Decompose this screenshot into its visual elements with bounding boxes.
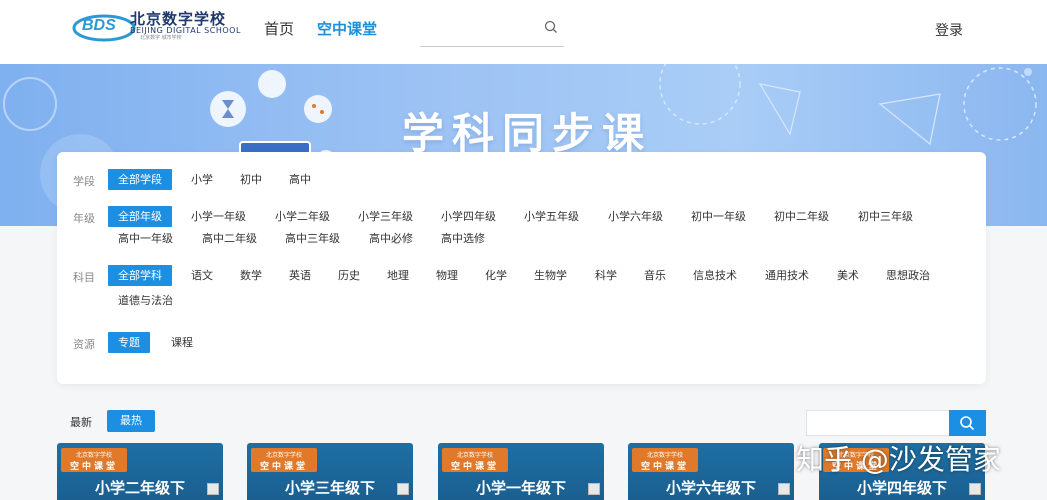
subject-option[interactable]: 英语	[289, 265, 311, 286]
login-link[interactable]: 登录	[935, 20, 963, 40]
card-title: 小学一年级下	[475, 479, 566, 497]
grade-option[interactable]: 小学二年级	[275, 206, 330, 227]
card-title: 小学二年级下	[94, 479, 185, 497]
grade-option[interactable]: 高中选修	[441, 228, 485, 249]
sort-latest[interactable]: 最新	[70, 414, 92, 430]
subject-option[interactable]: 音乐	[644, 265, 666, 286]
card-badge-label: 空中课堂	[69, 462, 118, 472]
svg-text:BDS: BDS	[82, 17, 116, 34]
card-badge-school: 北京数字学校	[646, 452, 683, 459]
card-badge-school: 北京数字学校	[75, 452, 112, 459]
subject-option[interactable]: 道德与法治	[118, 290, 173, 311]
stage-option[interactable]: 小学	[191, 169, 213, 190]
nav-home[interactable]: 首页	[264, 18, 294, 39]
grade-option[interactable]: 小学一年级	[191, 206, 246, 227]
grade-option[interactable]: 小学五年级	[524, 206, 579, 227]
card-badge-school: 北京数字学校	[265, 452, 302, 459]
course-card[interactable]: 北京数字学校 空中课堂 小学三年级下	[247, 443, 413, 500]
resource-label: 资源	[73, 338, 95, 351]
grade-option[interactable]: 高中三年级	[285, 228, 340, 249]
grade-option-all[interactable]: 全部年级	[108, 206, 172, 227]
card-checkbox[interactable]	[588, 483, 600, 495]
stage-label: 学段	[73, 175, 95, 188]
resource-option-course[interactable]: 课程	[171, 332, 193, 353]
card-badge: 北京数字学校 空中课堂	[61, 448, 127, 472]
card-badge: 北京数字学校 空中课堂	[632, 448, 698, 472]
grade-option[interactable]: 初中三年级	[858, 206, 913, 227]
grade-label: 年级	[73, 212, 95, 225]
subject-option[interactable]: 地理	[387, 265, 409, 286]
course-card[interactable]: 北京数字学校 空中课堂 小学二年级下	[57, 443, 223, 500]
card-title: 小学四年级下	[856, 479, 947, 497]
grade-option[interactable]: 高中必修	[369, 228, 413, 249]
card-badge: 北京数字学校 空中课堂	[251, 448, 317, 472]
card-title: 小学六年级下	[665, 479, 756, 497]
card-badge-label: 空中课堂	[450, 462, 499, 472]
card-checkbox[interactable]	[778, 483, 790, 495]
stage-option[interactable]: 高中	[289, 169, 311, 190]
subject-option[interactable]: 生物学	[534, 265, 567, 286]
logo-icon: BDS	[72, 14, 136, 42]
stage-option-all[interactable]: 全部学段	[108, 169, 172, 190]
card-title: 小学三年级下	[284, 479, 375, 497]
course-card[interactable]: 北京数字学校 空中课堂 小学六年级下	[628, 443, 794, 500]
subject-option[interactable]: 思想政治	[886, 265, 930, 286]
search-icon	[960, 416, 975, 431]
grade-option[interactable]: 高中二年级	[202, 228, 257, 249]
search-icon[interactable]	[544, 20, 558, 34]
card-checkbox[interactable]	[969, 483, 981, 495]
subject-option[interactable]: 历史	[338, 265, 360, 286]
subject-option-all[interactable]: 全部学科	[108, 265, 172, 286]
resource-option-topic[interactable]: 专题	[108, 332, 150, 353]
card-badge-label: 空中课堂	[640, 462, 689, 472]
grade-option[interactable]: 高中一年级	[118, 228, 173, 249]
grade-option[interactable]: 小学六年级	[608, 206, 663, 227]
course-search-button[interactable]	[949, 410, 986, 436]
top-header: BDS 北京数字学校 BEIJING DIGITAL SCHOOL 北京数字 城…	[0, 0, 1047, 65]
subject-label: 科目	[73, 271, 95, 284]
subject-option[interactable]: 美术	[837, 265, 859, 286]
course-search-input[interactable]	[806, 410, 950, 436]
card-badge: 北京数字学校 空中课堂	[442, 448, 508, 472]
card-checkbox[interactable]	[207, 483, 219, 495]
card-badge-label: 空中课堂	[259, 462, 308, 472]
sort-hottest-button[interactable]: 最热	[107, 410, 155, 432]
subject-option[interactable]: 科学	[595, 265, 617, 286]
grade-option[interactable]: 小学三年级	[358, 206, 413, 227]
card-badge-school: 北京数字学校	[456, 452, 493, 459]
card-checkbox[interactable]	[397, 483, 409, 495]
subject-option[interactable]: 化学	[485, 265, 507, 286]
subject-option[interactable]: 数学	[240, 265, 262, 286]
grade-option[interactable]: 小学四年级	[441, 206, 496, 227]
subject-option[interactable]: 通用技术	[765, 265, 809, 286]
stage-option[interactable]: 初中	[240, 169, 262, 190]
grade-option[interactable]: 初中二年级	[774, 206, 829, 227]
subject-option[interactable]: 信息技术	[693, 265, 737, 286]
subject-option[interactable]: 语文	[191, 265, 213, 286]
watermark-text: 知乎 @沙发管家	[796, 443, 1001, 476]
subject-option[interactable]: 物理	[436, 265, 458, 286]
filter-panel: 学段 全部学段 小学 初中 高中 年级 全部年级 小学一年级 小学二年级 小学三…	[57, 152, 986, 384]
course-card[interactable]: 北京数字学校 空中课堂 小学一年级下	[438, 443, 604, 500]
grade-option[interactable]: 初中一年级	[691, 206, 746, 227]
header-search[interactable]	[420, 14, 564, 47]
logo-subtext: 北京数字 城市学校	[140, 35, 182, 41]
nav-air-classroom[interactable]: 空中课堂	[317, 18, 377, 39]
